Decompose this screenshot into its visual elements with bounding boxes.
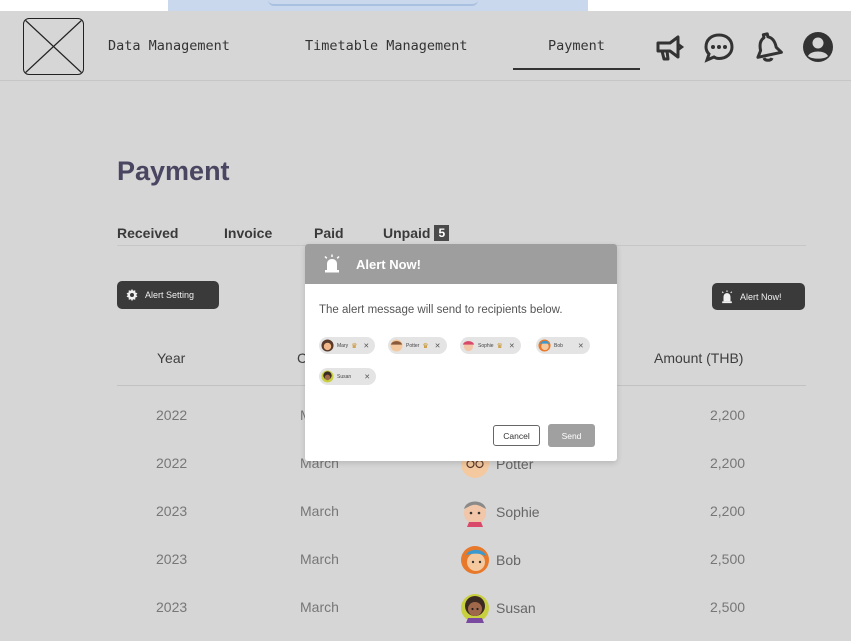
gear-icon — [126, 288, 138, 302]
cell-amount: 2,500 — [710, 599, 746, 615]
header-decoration — [168, 0, 588, 11]
recipient-chip-mary[interactable]: Mary ♛ ✕ — [319, 337, 376, 354]
cell-month: March — [300, 503, 339, 519]
alert-now-button[interactable]: Alert Now! — [712, 283, 805, 310]
cell-month: March — [300, 599, 339, 615]
recipient-chip-susan[interactable]: Susan ✕ — [319, 368, 377, 385]
crown-icon: ♛ — [422, 342, 429, 350]
top-strip — [0, 0, 851, 11]
avatar — [461, 594, 489, 623]
avatar — [462, 341, 475, 352]
cell-amount: 2,200 — [710, 407, 746, 423]
nav-data-management[interactable]: Data Management — [108, 38, 230, 54]
alert-setting-button[interactable]: Alert Setting — [117, 281, 219, 309]
modal-title: Alert Now! — [356, 256, 421, 272]
student-name: Sophie — [496, 504, 540, 520]
recipient-name: Susan — [337, 373, 352, 380]
logo-placeholder[interactable] — [23, 18, 84, 75]
tab-paid[interactable]: Paid — [314, 225, 344, 241]
recipient-chip-bob[interactable]: Bob ✕ — [536, 337, 590, 354]
top-navbar: Data Management Timetable Management Pay… — [0, 11, 851, 81]
cell-name: Sophie — [460, 497, 540, 527]
cell-year: 2022 — [156, 407, 188, 423]
avatar — [390, 339, 403, 352]
avatar — [321, 370, 334, 383]
modal-header: Alert Now! — [305, 244, 617, 284]
recipient-name: Sophie — [478, 342, 494, 349]
cell-amount: 2,500 — [710, 551, 746, 567]
remove-icon[interactable]: ✕ — [578, 342, 584, 350]
unpaid-count-badge: 5 — [434, 225, 450, 241]
cell-name: Bob — [460, 545, 521, 575]
tab-unpaid[interactable]: Unpaid 5 — [383, 225, 450, 241]
tab-invoice[interactable]: Invoice — [224, 225, 272, 241]
alert-setting-label: Alert Setting — [145, 290, 195, 300]
recipient-name: Potter — [406, 342, 420, 349]
cell-year: 2023 — [156, 503, 188, 519]
recipient-name: Bob — [554, 342, 563, 349]
table-row[interactable]: 2023 March Sophie 2,200 — [117, 488, 806, 536]
chat-icon[interactable] — [702, 30, 736, 64]
send-button[interactable]: Send — [548, 424, 595, 447]
crown-icon: ♛ — [496, 342, 503, 350]
user-icon[interactable] — [801, 30, 835, 64]
cancel-button[interactable]: Cancel — [493, 425, 540, 446]
cell-amount: 2,200 — [710, 503, 746, 519]
avatar — [464, 501, 486, 527]
student-name: Bob — [496, 552, 521, 568]
cell-year: 2022 — [156, 455, 188, 471]
cell-name: Susan — [460, 593, 536, 623]
recipient-chip-potter[interactable]: Potter ♛ ✕ — [388, 337, 447, 354]
payment-tabs: Received Invoice Paid Unpaid 5 — [117, 223, 806, 246]
alert-now-label: Alert Now! — [740, 291, 782, 302]
table-row[interactable]: 2023 March Bob 2,500 — [117, 536, 806, 584]
cell-month: March — [300, 551, 339, 567]
recipient-chip-sophie[interactable]: Sophie ♛ ✕ — [460, 337, 521, 354]
alert-now-modal: Alert Now! The alert message will send t… — [305, 244, 617, 461]
cell-amount: 2,200 — [710, 455, 746, 471]
siren-icon — [721, 289, 733, 303]
cell-year: 2023 — [156, 551, 188, 567]
nav-payment[interactable]: Payment — [513, 38, 640, 70]
remove-icon[interactable]: ✕ — [509, 342, 515, 350]
modal-message: The alert message will send to recipient… — [319, 304, 563, 316]
bell-icon[interactable] — [751, 30, 785, 64]
student-name: Susan — [496, 600, 536, 616]
avatar — [461, 546, 489, 574]
megaphone-icon[interactable] — [652, 30, 686, 64]
cell-year: 2023 — [156, 599, 188, 615]
tab-received[interactable]: Received — [117, 225, 178, 241]
page-title: Payment — [117, 156, 230, 186]
remove-icon[interactable]: ✕ — [363, 342, 369, 350]
header-amount: Amount (THB) — [654, 350, 744, 366]
nav-timetable-management[interactable]: Timetable Management — [305, 38, 468, 54]
table-row[interactable]: 2023 March Susan 2,500 — [117, 584, 806, 632]
remove-icon[interactable]: ✕ — [435, 342, 441, 350]
tab-unpaid-label: Unpaid — [383, 225, 431, 241]
crown-icon: ♛ — [351, 342, 358, 350]
recipient-name: Mary — [337, 342, 349, 349]
header-year: Year — [157, 350, 186, 366]
avatar — [321, 339, 334, 352]
avatar — [538, 339, 551, 352]
remove-icon[interactable]: ✕ — [364, 373, 370, 381]
siren-icon — [324, 254, 340, 273]
